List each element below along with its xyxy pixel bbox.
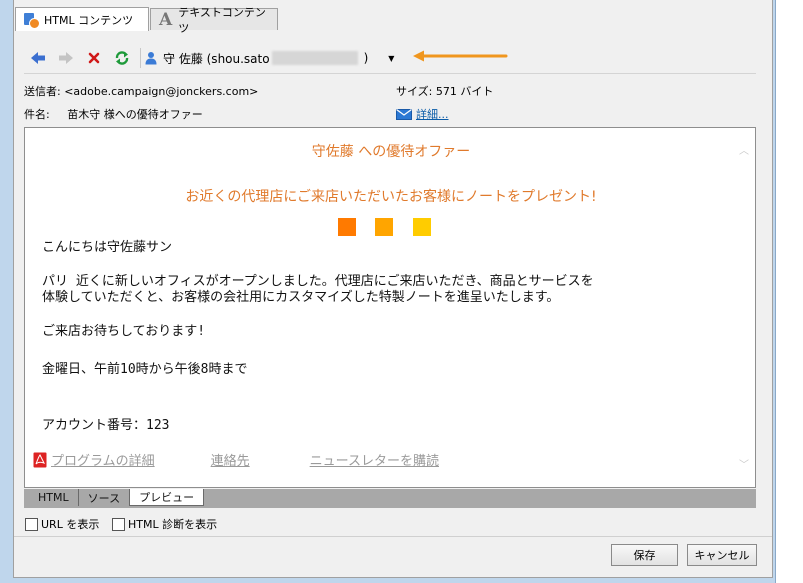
cancel-button[interactable]: キャンセル [687, 544, 757, 566]
checkbox-box[interactable] [112, 517, 125, 531]
pdf-icon [33, 452, 47, 467]
newsletter-link[interactable]: ニュースレターを購読 [310, 450, 439, 469]
mail-icon [396, 108, 412, 120]
user-icon [145, 52, 157, 65]
divider [14, 536, 772, 537]
back-arrow-icon [31, 52, 45, 64]
show-url-label: URL を表示 [41, 518, 100, 531]
checkbox-box[interactable] [25, 517, 38, 531]
forward-arrow-icon [59, 52, 73, 64]
program-details-link[interactable]: プログラムの詳細 [51, 450, 155, 469]
callout-arrow-icon [413, 50, 508, 62]
contact-link[interactable]: 連絡先 [211, 450, 250, 469]
text-content-icon: A [159, 9, 173, 30]
scroll-down-icon[interactable]: ﹀ [739, 456, 749, 471]
details-row: 詳細... [396, 106, 449, 122]
sender-value: <adobe.campaign@jonckers.com> [64, 85, 259, 98]
show-html-diagnostic-label: HTML 診断を表示 [128, 518, 218, 531]
toolbar-separator [140, 48, 141, 68]
recipient-selector[interactable]: 守 佐藤 (shou.sato ) ▼ [145, 47, 394, 69]
html-content-icon [24, 12, 40, 29]
size-row: サイズ: 571 バイト [396, 83, 493, 99]
sender-row: 送信者: <adobe.campaign@jonckers.com> [24, 83, 258, 99]
tab-preview-view[interactable]: プレビュー [129, 489, 205, 506]
tab-label: テキストコンテンツ [178, 5, 266, 35]
decor-square-amber [375, 218, 393, 236]
chevron-down-icon[interactable]: ▼ [388, 54, 394, 63]
save-button[interactable]: 保存 [611, 544, 678, 566]
tab-html-content[interactable]: HTML コンテンツ [15, 7, 149, 31]
email-title: 守佐藤 への優待オファー [311, 144, 471, 160]
subject-row: 件名: 苗木守 様への優待オファー [24, 106, 203, 122]
hours-text: 金曜日、午前10時から午後8時まで [42, 362, 248, 377]
greeting: こんにちは守佐藤サン [42, 240, 173, 255]
size-value: 571 バイト [435, 85, 494, 98]
toolbar: 守 佐藤 (shou.sato ) ▼ [24, 43, 756, 74]
refresh-button[interactable] [108, 47, 136, 69]
details-link[interactable]: 詳細... [416, 106, 449, 122]
paragraph-line-2: 体験していただくと、お客様の会社用にカスタマイズした特製ノートを進呈いたします。 [42, 290, 560, 305]
footer-links: プログラムの詳細 連絡先 ニュースレターを購読 [33, 450, 439, 469]
subject-value: 苗木守 様への優待オファー [67, 108, 203, 121]
view-tabs: HTML ソース プレビュー [24, 489, 756, 508]
tab-label: HTML コンテンツ [44, 13, 134, 27]
tab-html-view[interactable]: HTML [24, 489, 79, 506]
size-label: サイズ: [396, 85, 433, 98]
recipient-label: 守 佐藤 (shou.sato [163, 51, 270, 66]
redacted-email [271, 51, 358, 65]
delete-button[interactable] [80, 47, 108, 69]
forward-button[interactable] [52, 47, 80, 69]
decor-square-yellow [413, 218, 431, 236]
subject-label: 件名: [24, 108, 50, 121]
show-url-checkbox[interactable]: URL を表示 [25, 516, 99, 532]
recipient-close-paren: ) [363, 51, 369, 65]
show-html-diagnostic-checkbox[interactable]: HTML 診断を表示 [112, 516, 217, 532]
paragraph-line-1: パリ 近くに新しいオフィスがオープンしました。代理店にご来店いただき、商品とサー… [42, 274, 594, 289]
decor-square-orange [338, 218, 356, 236]
sender-label: 送信者: [24, 85, 61, 98]
tab-source-view[interactable]: ソース [79, 489, 129, 506]
tab-text-content[interactable]: A テキストコンテンツ [150, 6, 278, 35]
account-number: アカウント番号：123 [42, 418, 170, 433]
closing-text: ご来店お待ちしております! [42, 324, 206, 339]
refresh-icon [115, 51, 129, 65]
email-preview: ︿ ﹀ 守佐藤 への優待オファー お近くの代理店にご来店いただいたお客様にノート… [24, 127, 756, 488]
delete-icon [88, 52, 100, 64]
email-subtitle: お近くの代理店にご来店いただいたお客様にノートをプレゼント! [185, 189, 597, 205]
back-button[interactable] [24, 47, 52, 69]
